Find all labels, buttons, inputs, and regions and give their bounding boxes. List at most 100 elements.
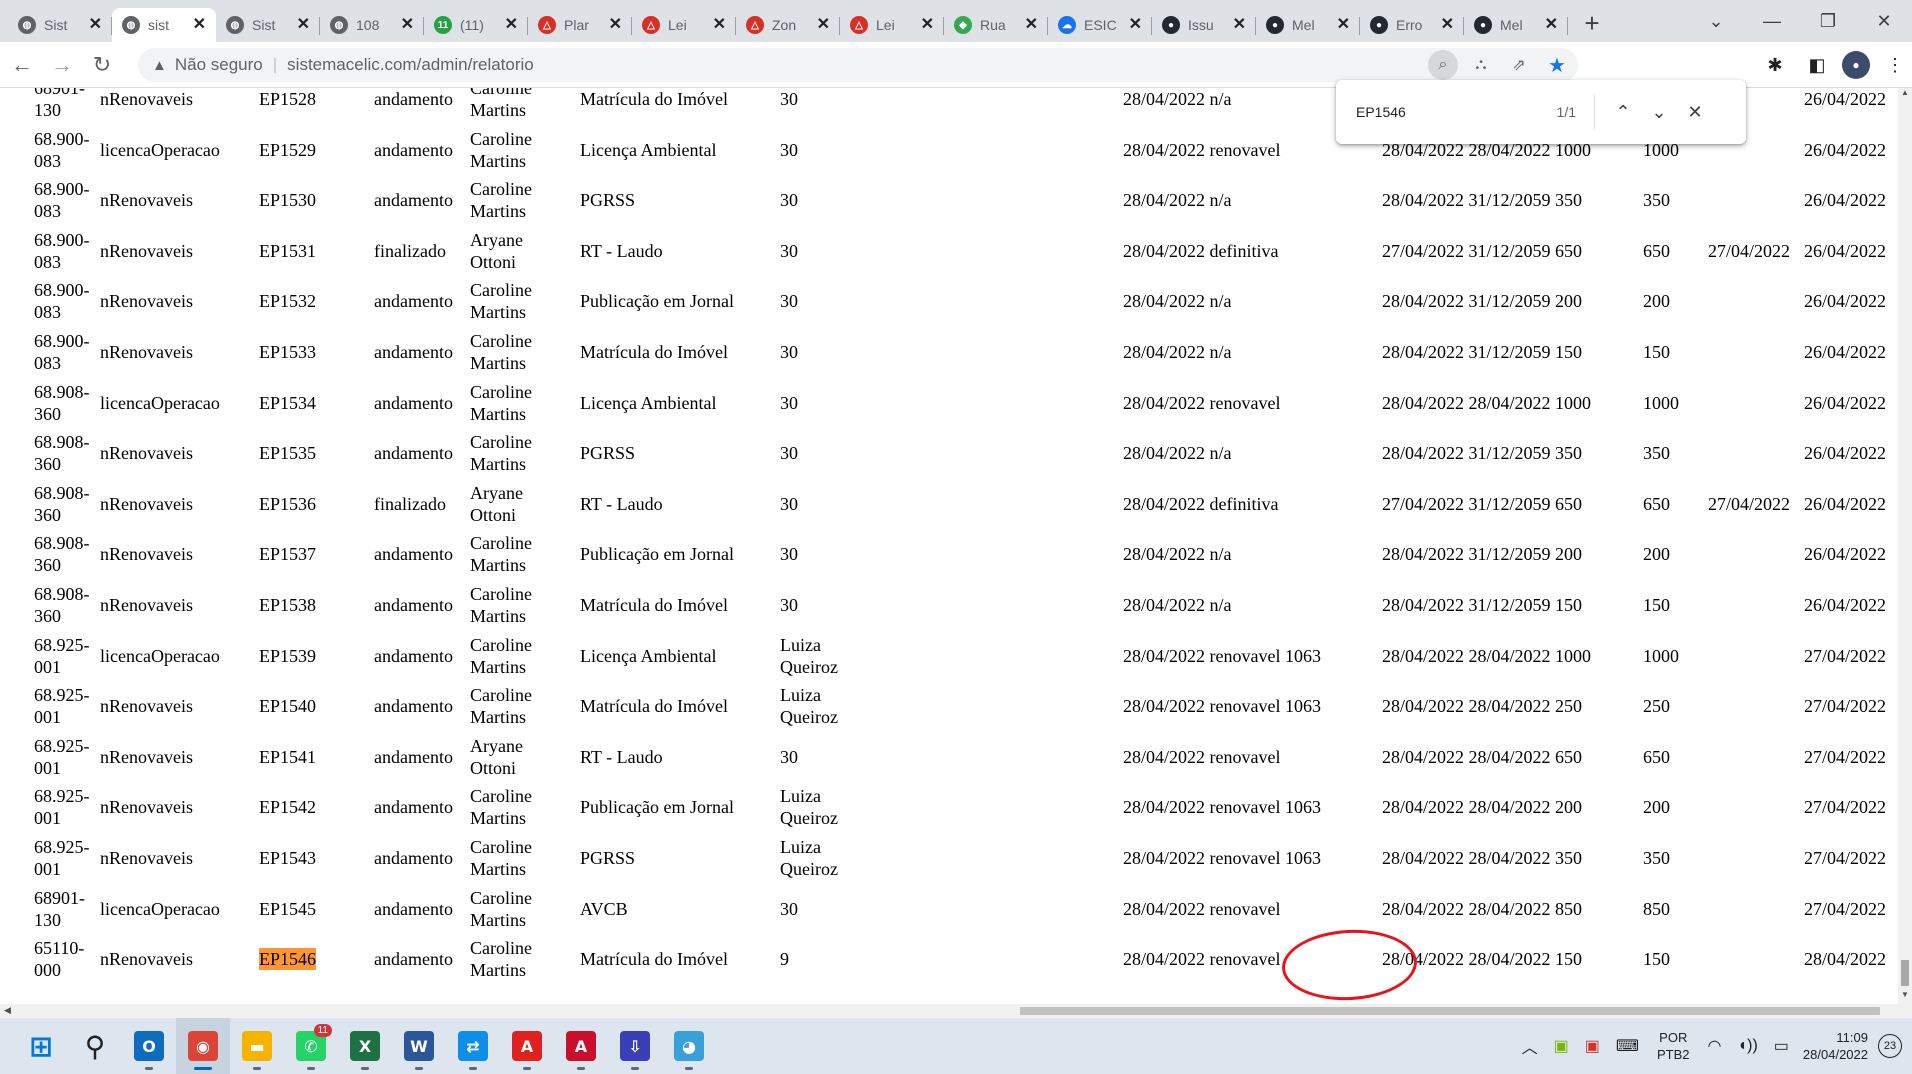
globe-app-taskbar-button[interactable]: ◕ <box>662 1018 716 1074</box>
outlook-taskbar-button[interactable]: O <box>122 1018 176 1074</box>
close-window-button[interactable]: ✕ <box>1856 11 1912 32</box>
value-cell-text: 350 <box>1643 443 1670 464</box>
extensions-icon[interactable]: ✱ <box>1758 48 1792 82</box>
browser-tab[interactable]: ● Erro ✕ <box>1360 8 1464 42</box>
vertical-scrollbar[interactable]: ▲ ▼ <box>1898 88 1912 1004</box>
close-tab-icon[interactable]: ✕ <box>713 17 726 33</box>
close-tab-icon[interactable]: ✕ <box>1545 17 1558 33</box>
browser-tab[interactable]: ◆ Rua ✕ <box>944 8 1048 42</box>
minimize-button[interactable]: — <box>1744 11 1800 32</box>
address-bar[interactable]: ▲ Não seguro | sistemacelic.com/admin/re… <box>138 48 1578 82</box>
dates-value-cell-text: 28/04/2022 28/04/2022 650 <box>1382 746 1583 767</box>
dates-value-cell: 28/04/2022 31/12/2059 350 <box>1382 428 1582 478</box>
browser-tab[interactable]: ◍ 108 ✕ <box>320 8 424 42</box>
close-tab-icon[interactable]: ✕ <box>1441 17 1454 33</box>
find-close-button[interactable]: ✕ <box>1677 94 1713 130</box>
request-date-cell-text: 27/04/2022 <box>1804 797 1887 818</box>
notification-badge[interactable]: 23 <box>1878 1034 1902 1058</box>
search-taskbar-button[interactable]: ⚲ <box>68 1018 122 1074</box>
battery-icon[interactable]: ▭ <box>1774 1036 1789 1056</box>
scroll-down-arrow-icon[interactable]: ▼ <box>1898 990 1912 1004</box>
browser-tab[interactable]: ◍ Sist ✕ <box>8 8 112 42</box>
language-indicator[interactable]: POR PTB2 <box>1657 1029 1690 1063</box>
download-app-taskbar-button[interactable]: ⇩ <box>608 1018 662 1074</box>
teamviewer-taskbar-button[interactable]: ⇄ <box>446 1018 500 1074</box>
url-text[interactable]: sistemacelic.com/admin/relatorio <box>287 55 534 75</box>
responsible-cell-line: Martins <box>470 201 526 222</box>
excel-taskbar-button[interactable]: X <box>338 1018 392 1074</box>
close-tab-icon[interactable]: ✕ <box>817 17 830 33</box>
antivirus-icon[interactable]: ▣ <box>1585 1036 1600 1056</box>
horizontal-scrollbar[interactable]: ◀ <box>0 1004 1912 1018</box>
browser-tab[interactable]: 11 (11) ✕ <box>424 8 528 42</box>
close-tab-icon[interactable]: ✕ <box>401 17 414 33</box>
find-previous-button[interactable]: ⌃ <box>1605 94 1641 130</box>
status-cell: andamento <box>374 631 453 681</box>
browser-tab[interactable]: △ Zon ✕ <box>736 8 840 42</box>
browser-tab[interactable]: ● Mel ✕ <box>1256 8 1360 42</box>
file-explorer-taskbar-button[interactable]: ▬ <box>230 1018 284 1074</box>
tab-title: Lei <box>876 17 895 33</box>
tipo-cell-text: licencaOperacao <box>100 898 220 919</box>
wifi-icon[interactable]: ◠ <box>1708 1036 1722 1056</box>
status-cell-text: andamento <box>374 746 453 767</box>
close-tab-icon[interactable]: ✕ <box>89 17 102 33</box>
close-tab-icon[interactable]: ✕ <box>1337 17 1350 33</box>
close-tab-icon[interactable]: ✕ <box>1233 17 1246 33</box>
close-tab-icon[interactable]: ✕ <box>609 17 622 33</box>
close-tab-icon[interactable]: ✕ <box>921 17 934 33</box>
browser-tab[interactable]: ● Mel ✕ <box>1464 8 1568 42</box>
browser-tab[interactable]: ● Issu ✕ <box>1152 8 1256 42</box>
autocad-taskbar-button[interactable]: A <box>554 1018 608 1074</box>
browser-tab[interactable]: ☁ ESIC ✕ <box>1048 8 1152 42</box>
back-button[interactable]: ← <box>4 47 40 83</box>
whatsapp-taskbar-button[interactable]: ✆ 11 <box>284 1018 338 1074</box>
browser-tab[interactable]: ◍ sist ✕ <box>112 8 216 42</box>
chrome-taskbar-button[interactable]: ◉ <box>176 1018 230 1074</box>
windows-start-taskbar-button[interactable]: ⊞ <box>14 1018 68 1074</box>
close-tab-icon[interactable]: ✕ <box>193 17 206 33</box>
browser-tab[interactable]: △ Lei ✕ <box>840 8 944 42</box>
browser-tab[interactable]: △ Lei ✕ <box>632 8 736 42</box>
keyboard-icon[interactable]: ⌨ <box>1616 1036 1639 1056</box>
forward-button[interactable]: → <box>44 47 80 83</box>
restore-button[interactable]: ❐ <box>1800 11 1856 32</box>
warning-icon[interactable]: ▲ <box>152 57 167 74</box>
word-taskbar-button[interactable]: W <box>392 1018 446 1074</box>
new-tab-button[interactable]: + <box>1576 7 1608 39</box>
date-type-cell: 28/04/2022 n/a <box>1123 428 1232 478</box>
translate-icon[interactable]: ⛬ <box>1466 50 1496 80</box>
close-tab-icon[interactable]: ✕ <box>297 17 310 33</box>
browser-tab[interactable]: ◍ Sist ✕ <box>216 8 320 42</box>
menu-icon[interactable]: ⋮ <box>1878 48 1912 82</box>
side-panel-icon[interactable]: ◧ <box>1800 48 1834 82</box>
tab-search-icon[interactable]: ⌄ <box>1688 11 1744 32</box>
status-cell: finalizado <box>374 479 446 529</box>
lens-search-icon[interactable]: ⌕ <box>1428 50 1458 80</box>
scroll-left-arrow-icon[interactable]: ◀ <box>4 1005 11 1016</box>
vertical-scroll-thumb[interactable] <box>1901 960 1909 986</box>
profile-avatar[interactable]: ● <box>1842 51 1870 79</box>
acrobat-taskbar-button[interactable]: A <box>500 1018 554 1074</box>
clock[interactable]: 11:09 28/04/2022 <box>1803 1029 1868 1063</box>
nvidia-icon[interactable]: ▣ <box>1554 1036 1569 1056</box>
volume-icon[interactable]: ◖)) <box>1737 1037 1757 1055</box>
scroll-up-arrow-icon[interactable]: ▲ <box>1898 88 1912 102</box>
close-tab-icon[interactable]: ✕ <box>505 17 518 33</box>
browser-tab[interactable]: △ Plar ✕ <box>528 8 632 42</box>
find-next-button[interactable]: ⌄ <box>1641 94 1677 130</box>
share-icon[interactable]: ⇗ <box>1504 50 1534 80</box>
close-tab-icon[interactable]: ✕ <box>1129 17 1142 33</box>
table-row: 68.925- 001 nRenovaveis EP1541 andamento Arya… <box>0 732 1898 782</box>
reload-button[interactable]: ↻ <box>84 47 120 83</box>
cloud-icon: ☁ <box>1058 16 1076 34</box>
date-type-cell-text: 28/04/2022 renovavel <box>1123 898 1281 919</box>
table-row: 68.900- 083 nRenovaveis EP1532 andamento Caro… <box>0 276 1898 326</box>
close-tab-icon[interactable]: ✕ <box>1025 17 1038 33</box>
document-cell: AVCB <box>580 884 628 934</box>
horizontal-scroll-thumb[interactable] <box>1020 1007 1880 1015</box>
bookmark-star-icon[interactable]: ★ <box>1542 50 1572 80</box>
show-hidden-icons-icon[interactable]: ︿ <box>1522 1034 1538 1058</box>
find-input[interactable]: EP1546 <box>1356 104 1536 120</box>
security-label[interactable]: Não seguro <box>175 55 263 75</box>
